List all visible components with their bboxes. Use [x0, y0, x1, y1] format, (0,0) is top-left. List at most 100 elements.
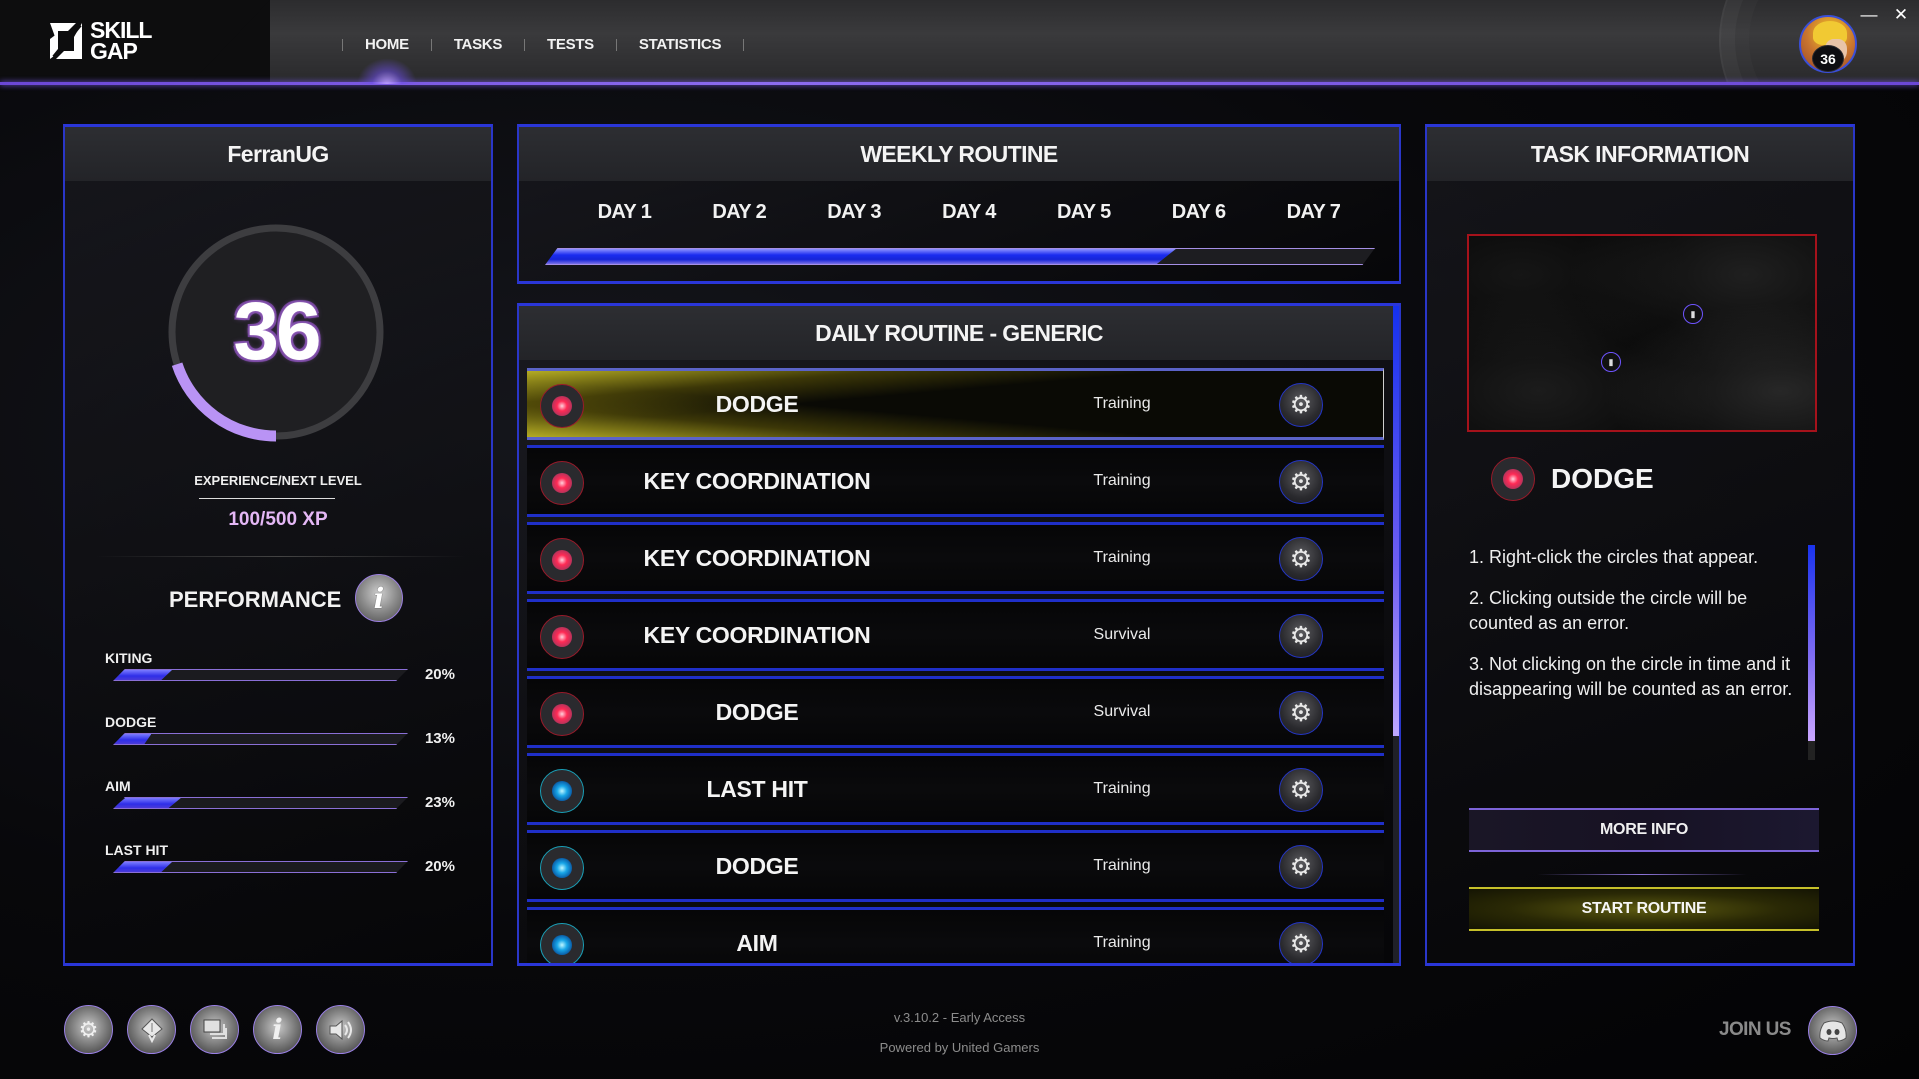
task-row[interactable]: LAST HIT Training ⚙	[527, 753, 1384, 825]
join-us-label: JOIN US	[1719, 1019, 1791, 1040]
day-tab[interactable]: DAY 5	[1057, 201, 1111, 224]
task-mode: Training	[1093, 857, 1151, 874]
stat-label: KITING	[105, 650, 153, 666]
day-tab[interactable]: DAY 6	[1172, 201, 1226, 224]
avatar-level-badge: 36	[1812, 45, 1844, 72]
stat-label: DODGE	[105, 714, 157, 730]
profile-panel: FerranUG 36 EXPERIENCE/NEXT LEVEL 100/50…	[63, 124, 493, 966]
gear-icon[interactable]: ⚙	[1279, 460, 1323, 504]
task-mode: Training	[1093, 934, 1151, 951]
task-name: KEY COORDINATION	[643, 544, 871, 571]
day-tab[interactable]: DAY 3	[827, 201, 881, 224]
task-mode: Survival	[1093, 626, 1151, 643]
task-preview-image: ▮ ▮	[1467, 234, 1817, 432]
instruction-item: 3. Not clicking on the circle in time an…	[1469, 654, 1793, 699]
stat-label: LAST HIT	[105, 842, 168, 858]
task-type-icon	[540, 692, 584, 736]
day-tab[interactable]: DAY 1	[598, 201, 652, 224]
nav-tests[interactable]: TESTS	[547, 36, 594, 53]
scrollbar-thumb[interactable]	[1808, 545, 1815, 741]
task-row[interactable]: AIM Training ⚙	[527, 907, 1384, 963]
performance-info-button[interactable]: i	[355, 574, 403, 622]
gear-icon[interactable]: ⚙	[1279, 922, 1323, 963]
gear-icon[interactable]: ⚙	[1279, 537, 1323, 581]
task-list-scrollbar[interactable]	[1393, 306, 1399, 963]
close-button[interactable]: ✕	[1892, 6, 1910, 24]
nav-statistics[interactable]: STATISTICS	[639, 36, 722, 53]
instruction-item: 1. Right-click the circles that appear.	[1469, 547, 1759, 567]
selected-task-name: DODGE	[1551, 463, 1654, 494]
nav-separator	[743, 38, 745, 51]
task-name: LAST HIT	[706, 775, 808, 802]
scrollbar-thumb[interactable]	[1393, 306, 1399, 736]
task-type-icon	[540, 384, 584, 428]
logo-mark-icon	[50, 23, 82, 59]
task-type-icon	[540, 769, 584, 813]
info-icon: i	[373, 581, 385, 615]
task-row[interactable]: DODGE Survival ⚙	[527, 676, 1384, 748]
main-nav: HOME TASKS TESTS STATISTICS	[320, 36, 766, 53]
gear-icon[interactable]: ⚙	[1279, 614, 1323, 658]
weekly-routine-title: WEEKLY ROUTINE	[519, 127, 1399, 181]
stat-value: 23%	[424, 794, 455, 811]
weekly-progress-fill	[545, 249, 1176, 264]
discord-button[interactable]	[1808, 1006, 1857, 1055]
xp-divider	[199, 498, 335, 499]
task-instructions: 1. Right-click the circles that appear. …	[1469, 545, 1799, 715]
task-type-icon	[540, 923, 584, 963]
powered-by: Powered by United Gamers	[879, 1040, 1040, 1055]
task-name: DODGE	[715, 390, 799, 417]
daily-routine-panel: DAILY ROUTINE - GENERIC DODGE Training ⚙…	[517, 303, 1401, 966]
task-row[interactable]: DODGE Training ⚙	[527, 830, 1384, 902]
gear-icon[interactable]: ⚙	[1279, 691, 1323, 735]
task-row[interactable]: KEY COORDINATION Training ⚙	[527, 445, 1384, 517]
discord-icon	[1818, 1020, 1847, 1042]
task-type-icon	[540, 538, 584, 582]
instructions-scrollbar[interactable]	[1808, 545, 1815, 760]
section-divider	[95, 556, 465, 557]
day-tab[interactable]: DAY 7	[1287, 201, 1341, 224]
app-logo[interactable]: SKILL GAP	[46, 18, 152, 64]
app-version: v.3.10.2 - Early Access	[893, 1010, 1026, 1025]
task-type-icon	[540, 461, 584, 505]
stat-bar-fill	[113, 862, 172, 872]
task-mode: Training	[1093, 780, 1151, 797]
task-type-icon	[1491, 457, 1535, 501]
daily-routine-title: DAILY ROUTINE - GENERIC	[519, 306, 1399, 360]
task-row[interactable]: KEY COORDINATION Training ⚙	[527, 522, 1384, 594]
xp-label: EXPERIENCE/NEXT LEVEL	[194, 473, 362, 488]
nav-separator	[342, 38, 343, 51]
gear-icon[interactable]: ⚙	[1279, 768, 1323, 812]
mouse-target-icon: ▮	[1601, 352, 1621, 372]
stat-bar	[113, 669, 408, 681]
stat-label: AIM	[105, 778, 131, 794]
logo-line-2: GAP	[90, 38, 138, 64]
more-info-button[interactable]: MORE INFO	[1469, 808, 1819, 852]
stat-bar-fill	[113, 734, 152, 744]
button-divider	[1537, 874, 1747, 875]
nav-tasks[interactable]: TASKS	[454, 36, 503, 53]
stat-last-hit: LAST HIT 20%	[105, 842, 465, 875]
task-mode: Training	[1093, 472, 1151, 489]
gear-icon[interactable]: ⚙	[1279, 383, 1323, 427]
stat-bar-fill	[113, 670, 172, 680]
task-row[interactable]: DODGE Training ⚙	[527, 368, 1384, 440]
task-mode: Survival	[1093, 703, 1151, 720]
nav-home[interactable]: HOME	[365, 36, 409, 53]
day-tab[interactable]: DAY 2	[712, 201, 766, 224]
task-row[interactable]: KEY COORDINATION Survival ⚙	[527, 599, 1384, 671]
day-tab[interactable]: DAY 4	[942, 201, 996, 224]
task-information-panel: TASK INFORMATION ▮ ▮ DODGE 1. Right-clic…	[1425, 124, 1855, 966]
stat-value: 20%	[424, 858, 455, 875]
nav-separator	[524, 38, 526, 51]
day-tabs: DAY 1 DAY 2 DAY 3 DAY 4 DAY 5 DAY 6 DAY …	[519, 201, 1399, 224]
minimize-button[interactable]: —	[1860, 6, 1878, 24]
task-mode: Training	[1093, 549, 1151, 566]
gear-icon[interactable]: ⚙	[1279, 845, 1323, 889]
start-routine-button[interactable]: START ROUTINE	[1469, 887, 1819, 931]
stat-value: 20%	[424, 666, 455, 683]
task-name: KEY COORDINATION	[643, 621, 871, 648]
nav-separator	[615, 38, 617, 51]
stat-bar-fill	[113, 798, 181, 808]
weekly-routine-panel: WEEKLY ROUTINE DAY 1 DAY 2 DAY 3 DAY 4 D…	[517, 124, 1401, 284]
